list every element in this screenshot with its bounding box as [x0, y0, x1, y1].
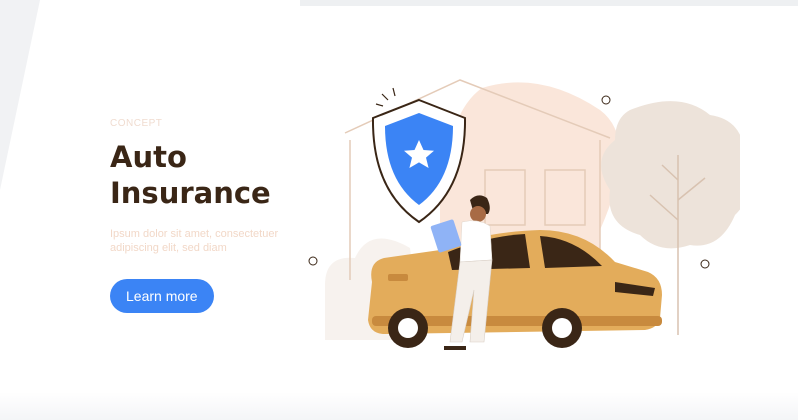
hero-text: CONCEPT Auto Insurance Ipsum dolor sit a… — [110, 118, 310, 313]
background-shape — [0, 0, 40, 190]
car — [368, 230, 662, 348]
title-line-1: Auto — [110, 140, 187, 174]
sparkle-icon — [375, 87, 396, 107]
decor-circle — [308, 256, 318, 266]
background-strip — [300, 0, 798, 6]
title-line-2: Insurance — [110, 176, 271, 210]
eyebrow-label: CONCEPT — [110, 118, 163, 129]
page-title: Auto Insurance — [110, 139, 310, 211]
decor-circle — [601, 95, 611, 105]
learn-more-button[interactable]: Learn more — [110, 279, 214, 313]
background-footer — [0, 392, 798, 420]
auto-insurance-illustration — [308, 79, 740, 350]
decor-circle — [700, 259, 710, 269]
hero-description: Ipsum dolor sit amet, consectetuer adipi… — [110, 228, 279, 254]
